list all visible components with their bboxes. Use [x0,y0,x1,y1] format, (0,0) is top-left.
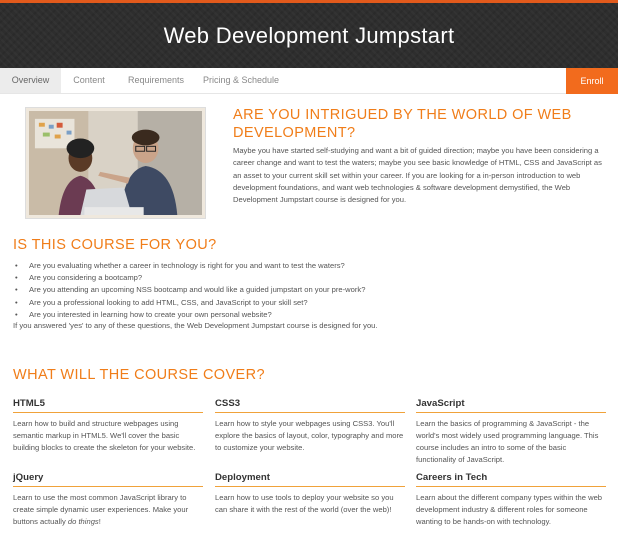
topic-card-deployment: Deployment Learn how to use tools to dep… [215,472,405,516]
topic-title: CSS3 [215,398,405,413]
tab-content[interactable]: Content [61,68,117,93]
topic-description: Learn how to build and structure webpage… [13,419,196,452]
tab-requirements[interactable]: Requirements [117,68,195,93]
topic-description: Learn how to use tools to deploy your we… [215,493,394,514]
topic-card-careers-in-tech: Careers in Tech Learn about the differen… [416,472,606,528]
page-title: Web Development Jumpstart [163,23,455,48]
course-cover-heading: WHAT WILL THE COURSE COVER? [13,367,265,383]
intro-paragraph: Maybe you have started self-studying and… [233,146,602,205]
list-item: Are you attending an upcoming NSS bootca… [13,284,603,296]
enroll-button[interactable]: Enroll [566,68,618,94]
topic-description: Learn to use the most common JavaScript … [13,492,203,528]
intro-heading: ARE YOU INTRIGUED BY THE WORLD OF WEB DE… [233,107,572,141]
list-item: Are you considering a bootcamp? [13,272,603,284]
topic-description-emphasis: do things [67,516,99,526]
topic-card-html5: HTML5 Learn how to build and structure w… [13,398,203,454]
topic-description-end: ! [98,516,101,526]
tab-overview[interactable]: Overview [0,68,61,93]
course-tabs: Overview Content Requirements Pricing & … [0,68,618,94]
tab-pricing-schedule[interactable]: Pricing & Schedule [195,68,287,93]
audience-answer: If you answered 'yes' to any of these qu… [13,321,378,330]
audience-heading: IS THIS COURSE FOR YOU? [13,237,217,253]
topic-card-jquery: jQuery Learn to use the most common Java… [13,472,203,528]
hero-banner: Web Development Jumpstart [0,0,618,68]
topic-card-css3: CSS3 Learn how to style your webpages us… [215,398,405,454]
topic-title: Deployment [215,472,405,487]
topic-card-javascript: JavaScript Learn the basics of programmi… [416,398,606,466]
topic-title: HTML5 [13,398,203,413]
topic-title: JavaScript [416,398,606,413]
topic-description: Learn about the different company types … [416,493,603,526]
topic-description: Learn the basics of programming & JavaSc… [416,419,599,464]
topic-title: Careers in Tech [416,472,606,487]
topic-description: Learn how to style your webpages using C… [215,419,404,452]
students-photo [25,107,206,219]
audience-question-list: Are you evaluating whether a career in t… [13,260,603,321]
students-photo-image [29,111,202,215]
topic-title: jQuery [13,472,203,487]
list-item: Are you a professional looking to add HT… [13,297,603,309]
list-item: Are you evaluating whether a career in t… [13,260,603,272]
